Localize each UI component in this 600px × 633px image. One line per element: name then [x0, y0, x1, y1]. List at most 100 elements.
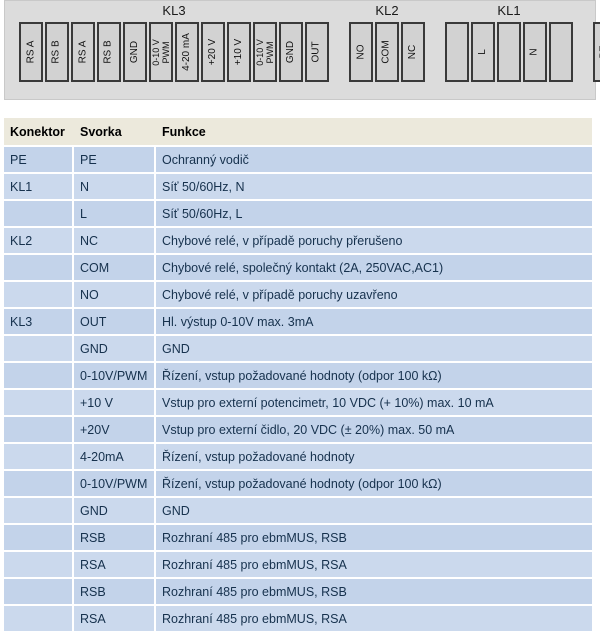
- terminal-label: RS B: [51, 40, 62, 64]
- cell-svorka: NC: [74, 228, 156, 255]
- terminal-label: N: [528, 48, 540, 56]
- cell-funkce: Rozhraní 485 pro ebmMUS, RSA: [156, 606, 592, 633]
- terminal-label: +10 V: [233, 38, 245, 66]
- cell-konektor: KL3: [4, 309, 74, 336]
- cell-konektor: [4, 552, 74, 579]
- table-row: KL2 NC Chybové relé, v případě poruchy pře…: [4, 228, 592, 255]
- cell-konektor: [4, 606, 74, 633]
- terminal-label: NO: [355, 44, 366, 60]
- cell-funkce: Rozhraní 485 pro ebmMUS, RSB: [156, 579, 592, 606]
- table-header-row: Konektor Svorka Funkce: [4, 118, 592, 147]
- terminal-n-t19: N: [523, 22, 547, 82]
- terminal-block-diagram: RS A RS B RS A RS B GND 0-10 V PWM 4-20 mA +20 …: [4, 0, 600, 100]
- table-row: COM Chybové relé, společný kontakt (2A, 2…: [4, 255, 592, 282]
- terminal-rs-b-t2: RS B: [45, 22, 69, 82]
- cell-konektor: KL1: [4, 174, 74, 201]
- terminal-rs-a-t3: RS A: [71, 22, 95, 82]
- cell-konektor: [4, 390, 74, 417]
- table-body: PE PE Ochranný vodič KL1 N Síť 50/60Hz, N L Síť…: [4, 147, 592, 633]
- table-row: RSA Rozhraní 485 pro ebmMUS, RSA: [4, 552, 592, 579]
- cell-funkce: Vstup pro externí potencimetr, 10 VDC (+…: [156, 390, 592, 417]
- table-row: L Síť 50/60Hz, L: [4, 201, 592, 228]
- cell-funkce: GND: [156, 336, 592, 363]
- terminal-blank-t20: [549, 22, 573, 82]
- cell-konektor: [4, 336, 74, 363]
- terminal-no-t13: NO: [349, 22, 373, 82]
- cell-konektor: [4, 444, 74, 471]
- table-row: GND GND: [4, 498, 592, 525]
- terminal-label: RS A: [25, 40, 37, 64]
- table-row: +10 V Vstup pro externí potencimetr, 10 V…: [4, 390, 592, 417]
- cell-svorka: 0-10V/PWM: [74, 363, 156, 390]
- column-header-svorka: Svorka: [74, 118, 156, 147]
- table-row: KL1 N Síť 50/60Hz, N: [4, 174, 592, 201]
- terminal-label: RS B: [103, 40, 114, 64]
- table-row: 0-10V/PWM Řízení, vstup požadované hodnot…: [4, 363, 592, 390]
- cell-konektor: [4, 525, 74, 552]
- terminal-label: COM: [381, 40, 392, 64]
- cell-funkce: Řízení, vstup požadované hodnoty (odpor …: [156, 471, 592, 498]
- cell-funkce: GND: [156, 498, 592, 525]
- cell-funkce: Chybové relé, v případě poruchy uzavřeno: [156, 282, 592, 309]
- terminal-0-10-v-pwm-t10: 0-10 V PWM: [253, 22, 277, 82]
- cell-svorka: PE: [74, 147, 156, 174]
- terminal-20-v-t8: +20 V: [201, 22, 225, 82]
- cell-svorka: RSB: [74, 525, 156, 552]
- cell-konektor: [4, 417, 74, 444]
- table-row: KL3 OUT Hl. výstup 0-10V max. 3mA: [4, 309, 592, 336]
- terminal-10-v-t9: +10 V: [227, 22, 251, 82]
- table-row: PE PE Ochranný vodič: [4, 147, 592, 174]
- group-title-kl2: KL2: [375, 3, 399, 18]
- terminal-label: GND: [129, 40, 141, 64]
- cell-konektor: [4, 471, 74, 498]
- connector-reference-table: Konektor Svorka Funkce PE PE Ochranný vodi…: [4, 118, 592, 633]
- table-row: GND GND: [4, 336, 592, 363]
- cell-funkce: Rozhraní 485 pro ebmMUS, RSB: [156, 525, 592, 552]
- terminal-label: 4-20 mA: [181, 33, 193, 71]
- cell-svorka: N: [74, 174, 156, 201]
- cell-konektor: PE: [4, 147, 74, 174]
- terminal-label: 0-10 V PWM: [150, 38, 170, 66]
- terminal-gnd-t11: GND: [279, 22, 303, 82]
- cell-svorka: GND: [74, 336, 156, 363]
- cell-svorka: NO: [74, 282, 156, 309]
- cell-svorka: RSA: [74, 606, 156, 633]
- cell-konektor: KL2: [4, 228, 74, 255]
- cell-funkce: Ochranný vodič: [156, 147, 592, 174]
- cell-funkce: Rozhraní 485 pro ebmMUS, RSA: [156, 552, 592, 579]
- cell-funkce: Hl. výstup 0-10V max. 3mA: [156, 309, 592, 336]
- cell-funkce: Síť 50/60Hz, N: [156, 174, 592, 201]
- cell-svorka: +10 V: [74, 390, 156, 417]
- column-header-funkce: Funkce: [156, 118, 592, 147]
- cell-konektor: [4, 579, 74, 606]
- cell-svorka: 0-10V/PWM: [74, 471, 156, 498]
- cell-funkce: Chybové relé, společný kontakt (2A, 250V…: [156, 255, 592, 282]
- cell-konektor: [4, 498, 74, 525]
- terminal-label: GND: [285, 40, 297, 64]
- terminal-label: L: [477, 49, 488, 55]
- terminal-gnd-t5: GND: [123, 22, 147, 82]
- cell-svorka: RSA: [74, 552, 156, 579]
- terminal-label: 0-10 V PWM: [254, 38, 274, 66]
- terminal-blank-t16: [445, 22, 469, 82]
- cell-funkce: Vstup pro externí čidlo, 20 VDC (± 20%) …: [156, 417, 592, 444]
- group-title-kl3: KL3: [162, 3, 186, 18]
- cell-konektor: [4, 255, 74, 282]
- terminal-nc-t15: NC: [401, 22, 425, 82]
- terminal-4-20-ma-t7: 4-20 mA: [175, 22, 199, 82]
- cell-konektor: [4, 201, 74, 228]
- table-row: RSA Rozhraní 485 pro ebmMUS, RSA: [4, 606, 592, 633]
- cell-svorka: OUT: [74, 309, 156, 336]
- cell-funkce: Řízení, vstup požadované hodnoty (odpor …: [156, 363, 592, 390]
- terminal-0-10-v-pwm-t6: 0-10 V PWM: [149, 22, 173, 82]
- cell-svorka: L: [74, 201, 156, 228]
- cell-konektor: [4, 363, 74, 390]
- cell-svorka: RSB: [74, 579, 156, 606]
- group-title-kl1: KL1: [497, 3, 521, 18]
- terminal-label: NC: [406, 44, 418, 60]
- terminal-label: OUT: [311, 41, 323, 63]
- terminal-rs-a-t1: RS A: [19, 22, 43, 82]
- cell-svorka: COM: [74, 255, 156, 282]
- cell-funkce: Síť 50/60Hz, L: [156, 201, 592, 228]
- table-row: NO Chybové relé, v případě poruchy uzavře…: [4, 282, 592, 309]
